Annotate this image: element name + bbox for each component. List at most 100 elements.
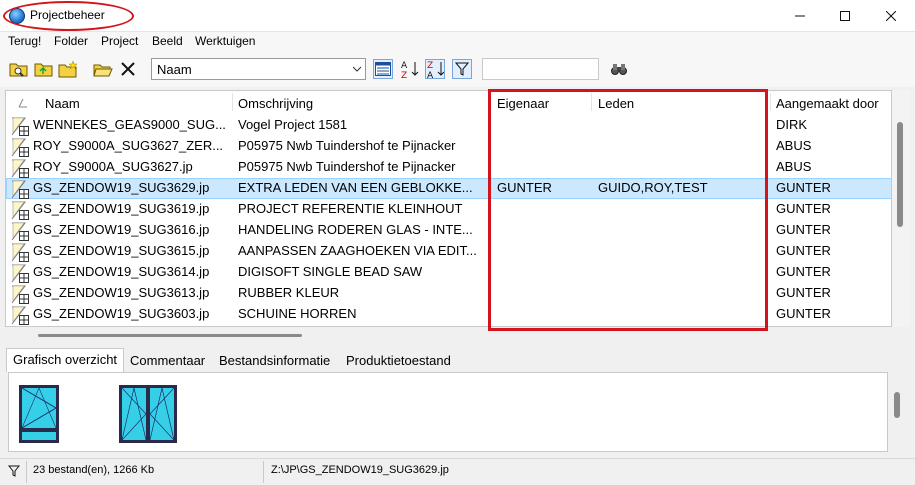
- project-file-icon: [11, 243, 29, 262]
- column-header-eigenaar[interactable]: Eigenaar: [497, 96, 549, 111]
- cell-created-by: ABUS: [776, 138, 812, 153]
- table-row[interactable]: GS_ZENDOW19_SUG3619.jp PROJECT REFERENTI…: [6, 199, 891, 220]
- filter-button[interactable]: [452, 59, 472, 79]
- details-view-button[interactable]: [373, 59, 393, 79]
- folder-open-icon: [93, 64, 113, 77]
- cell-name: GS_ZENDOW19_SUG3619.jp: [33, 201, 210, 216]
- parent-folder-button[interactable]: [34, 59, 54, 79]
- folder-search-icon: [9, 63, 28, 77]
- cell-name: ROY_S9000A_SUG3627_ZER...: [33, 138, 224, 153]
- project-file-icon: [11, 222, 29, 241]
- menu-folder[interactable]: Folder: [54, 34, 88, 48]
- column-header-aangemaakt-door[interactable]: Aangemaakt door: [776, 96, 879, 111]
- cell-owner: GUNTER: [497, 180, 552, 195]
- project-list[interactable]: Naam Omschrijving Eigenaar Leden Aangema…: [5, 90, 892, 327]
- tab-produktietoestand[interactable]: Produktietoestand: [340, 350, 457, 371]
- cell-created-by: GUNTER: [776, 243, 831, 258]
- new-folder-button[interactable]: [58, 59, 78, 79]
- svg-text:Z: Z: [401, 71, 407, 79]
- status-file-path: Z:\JP\GS_ZENDOW19_SUG3629.jp: [271, 464, 449, 476]
- graphic-preview-panel: [8, 372, 888, 452]
- cell-description: AANPASSEN ZAAGHOEKEN VIA EDIT...: [238, 243, 477, 258]
- find-button[interactable]: [609, 59, 629, 79]
- menu-bar: Terug! Folder Project Beeld Werktuigen: [0, 32, 915, 51]
- list-vertical-scroll-thumb[interactable]: [897, 122, 903, 227]
- table-row[interactable]: ROY_S9000A_SUG3627.jp P05975 Nwb Tuinder…: [6, 157, 891, 178]
- column-divider[interactable]: [591, 93, 592, 111]
- title-bar: Projectbeheer: [0, 0, 915, 32]
- tab-commentaar[interactable]: Commentaar: [124, 350, 212, 371]
- column-divider[interactable]: [490, 93, 491, 111]
- status-divider: [26, 461, 27, 483]
- table-row[interactable]: ROY_S9000A_SUG3627_ZER... P05975 Nwb Tui…: [6, 136, 891, 157]
- cell-description: HANDELING RODEREN GLAS - INTE...: [238, 222, 473, 237]
- cell-created-by: GUNTER: [776, 285, 831, 300]
- menu-terug[interactable]: Terug!: [8, 34, 41, 48]
- column-divider[interactable]: [770, 93, 771, 111]
- cell-description: RUBBER KLEUR: [238, 285, 340, 300]
- svg-text:A: A: [427, 71, 434, 79]
- cell-description: DIGISOFT SINGLE BEAD SAW: [238, 264, 423, 279]
- svg-text:A: A: [401, 61, 408, 71]
- maximize-button[interactable]: [822, 0, 868, 32]
- window-title: Projectbeheer: [30, 8, 105, 22]
- project-file-icon: [11, 117, 29, 136]
- window-thumbnail[interactable]: [18, 384, 60, 444]
- window-thumbnail[interactable]: [118, 384, 178, 444]
- app-icon[interactable]: [9, 8, 25, 24]
- sort-indicator-icon: [18, 98, 27, 108]
- sort-descending-button[interactable]: Z A: [425, 59, 445, 79]
- table-view-icon: [375, 62, 391, 76]
- open-button[interactable]: [93, 59, 113, 79]
- cell-description: SCHUINE HORREN: [238, 306, 357, 321]
- cell-name: GS_ZENDOW19_SUG3614.jp: [33, 264, 210, 279]
- sort-field-select[interactable]: Naam: [151, 58, 366, 80]
- list-horizontal-scroll-thumb[interactable]: [38, 334, 302, 337]
- sort-ascending-button[interactable]: A Z: [400, 59, 420, 79]
- delete-button[interactable]: [118, 59, 138, 79]
- table-row[interactable]: GS_ZENDOW19_SUG3614.jp DIGISOFT SINGLE B…: [6, 262, 891, 283]
- column-header-naam[interactable]: Naam: [45, 96, 80, 111]
- status-file-count: 23 bestand(en), 1266 Kb: [33, 464, 155, 476]
- menu-werktuigen[interactable]: Werktuigen: [195, 34, 255, 48]
- chevron-down-icon: [353, 66, 361, 72]
- cell-name: GS_ZENDOW19_SUG3629.jp: [33, 180, 210, 195]
- close-icon: [886, 11, 896, 21]
- table-row[interactable]: WENNEKES_GEAS9000_SUG... Vogel Project 1…: [6, 115, 891, 136]
- close-button[interactable]: [868, 0, 914, 32]
- cell-created-by: GUNTER: [776, 306, 831, 321]
- column-divider[interactable]: [232, 93, 233, 111]
- tab-grafisch-overzicht[interactable]: Grafisch overzicht: [6, 348, 125, 372]
- table-row[interactable]: GS_ZENDOW19_SUG3616.jp HANDELING RODEREN…: [6, 220, 891, 241]
- cell-description: EXTRA LEDEN VAN EEN GEBLOKKE...: [238, 180, 473, 195]
- filter-icon: [8, 465, 20, 477]
- sort-za-icon: Z A: [427, 61, 444, 79]
- column-header-omschrijving[interactable]: Omschrijving: [238, 96, 313, 111]
- menu-project[interactable]: Project: [101, 34, 138, 48]
- tab-bestandsinformatie[interactable]: Bestandsinformatie: [213, 350, 337, 371]
- list-header: Naam Omschrijving Eigenaar Leden Aangema…: [6, 91, 891, 113]
- table-row-selected[interactable]: GS_ZENDOW19_SUG3629.jp EXTRA LEDEN VAN E…: [6, 178, 891, 199]
- cell-description: Vogel Project 1581: [238, 117, 348, 132]
- table-row[interactable]: GS_ZENDOW19_SUG3615.jp AANPASSEN ZAAGHOE…: [6, 241, 891, 262]
- binoculars-icon: [611, 64, 627, 75]
- new-folder-icon: [58, 60, 78, 78]
- project-file-icon: [11, 159, 29, 178]
- svg-text:Z: Z: [427, 61, 433, 71]
- search-input[interactable]: [482, 58, 599, 80]
- table-row[interactable]: GS_ZENDOW19_SUG3613.jp RUBBER KLEUR GUNT…: [6, 283, 891, 304]
- project-file-icon: [11, 180, 29, 199]
- preview-scroll-thumb[interactable]: [894, 392, 900, 418]
- table-row[interactable]: GS_ZENDOW19_SUG3603.jp SCHUINE HORREN GU…: [6, 304, 891, 325]
- minimize-button[interactable]: [777, 0, 823, 32]
- folder-up-icon: [34, 63, 53, 77]
- column-header-leden[interactable]: Leden: [598, 96, 634, 111]
- status-divider: [263, 461, 264, 483]
- cell-name: GS_ZENDOW19_SUG3616.jp: [33, 222, 210, 237]
- cell-description: P05975 Nwb Tuindershof te Pijnacker: [238, 138, 456, 153]
- minimize-icon: [795, 15, 805, 17]
- open-folder-search-button[interactable]: [9, 59, 29, 79]
- project-file-icon: [11, 264, 29, 283]
- menu-beeld[interactable]: Beeld: [152, 34, 183, 48]
- cell-created-by: GUNTER: [776, 222, 831, 237]
